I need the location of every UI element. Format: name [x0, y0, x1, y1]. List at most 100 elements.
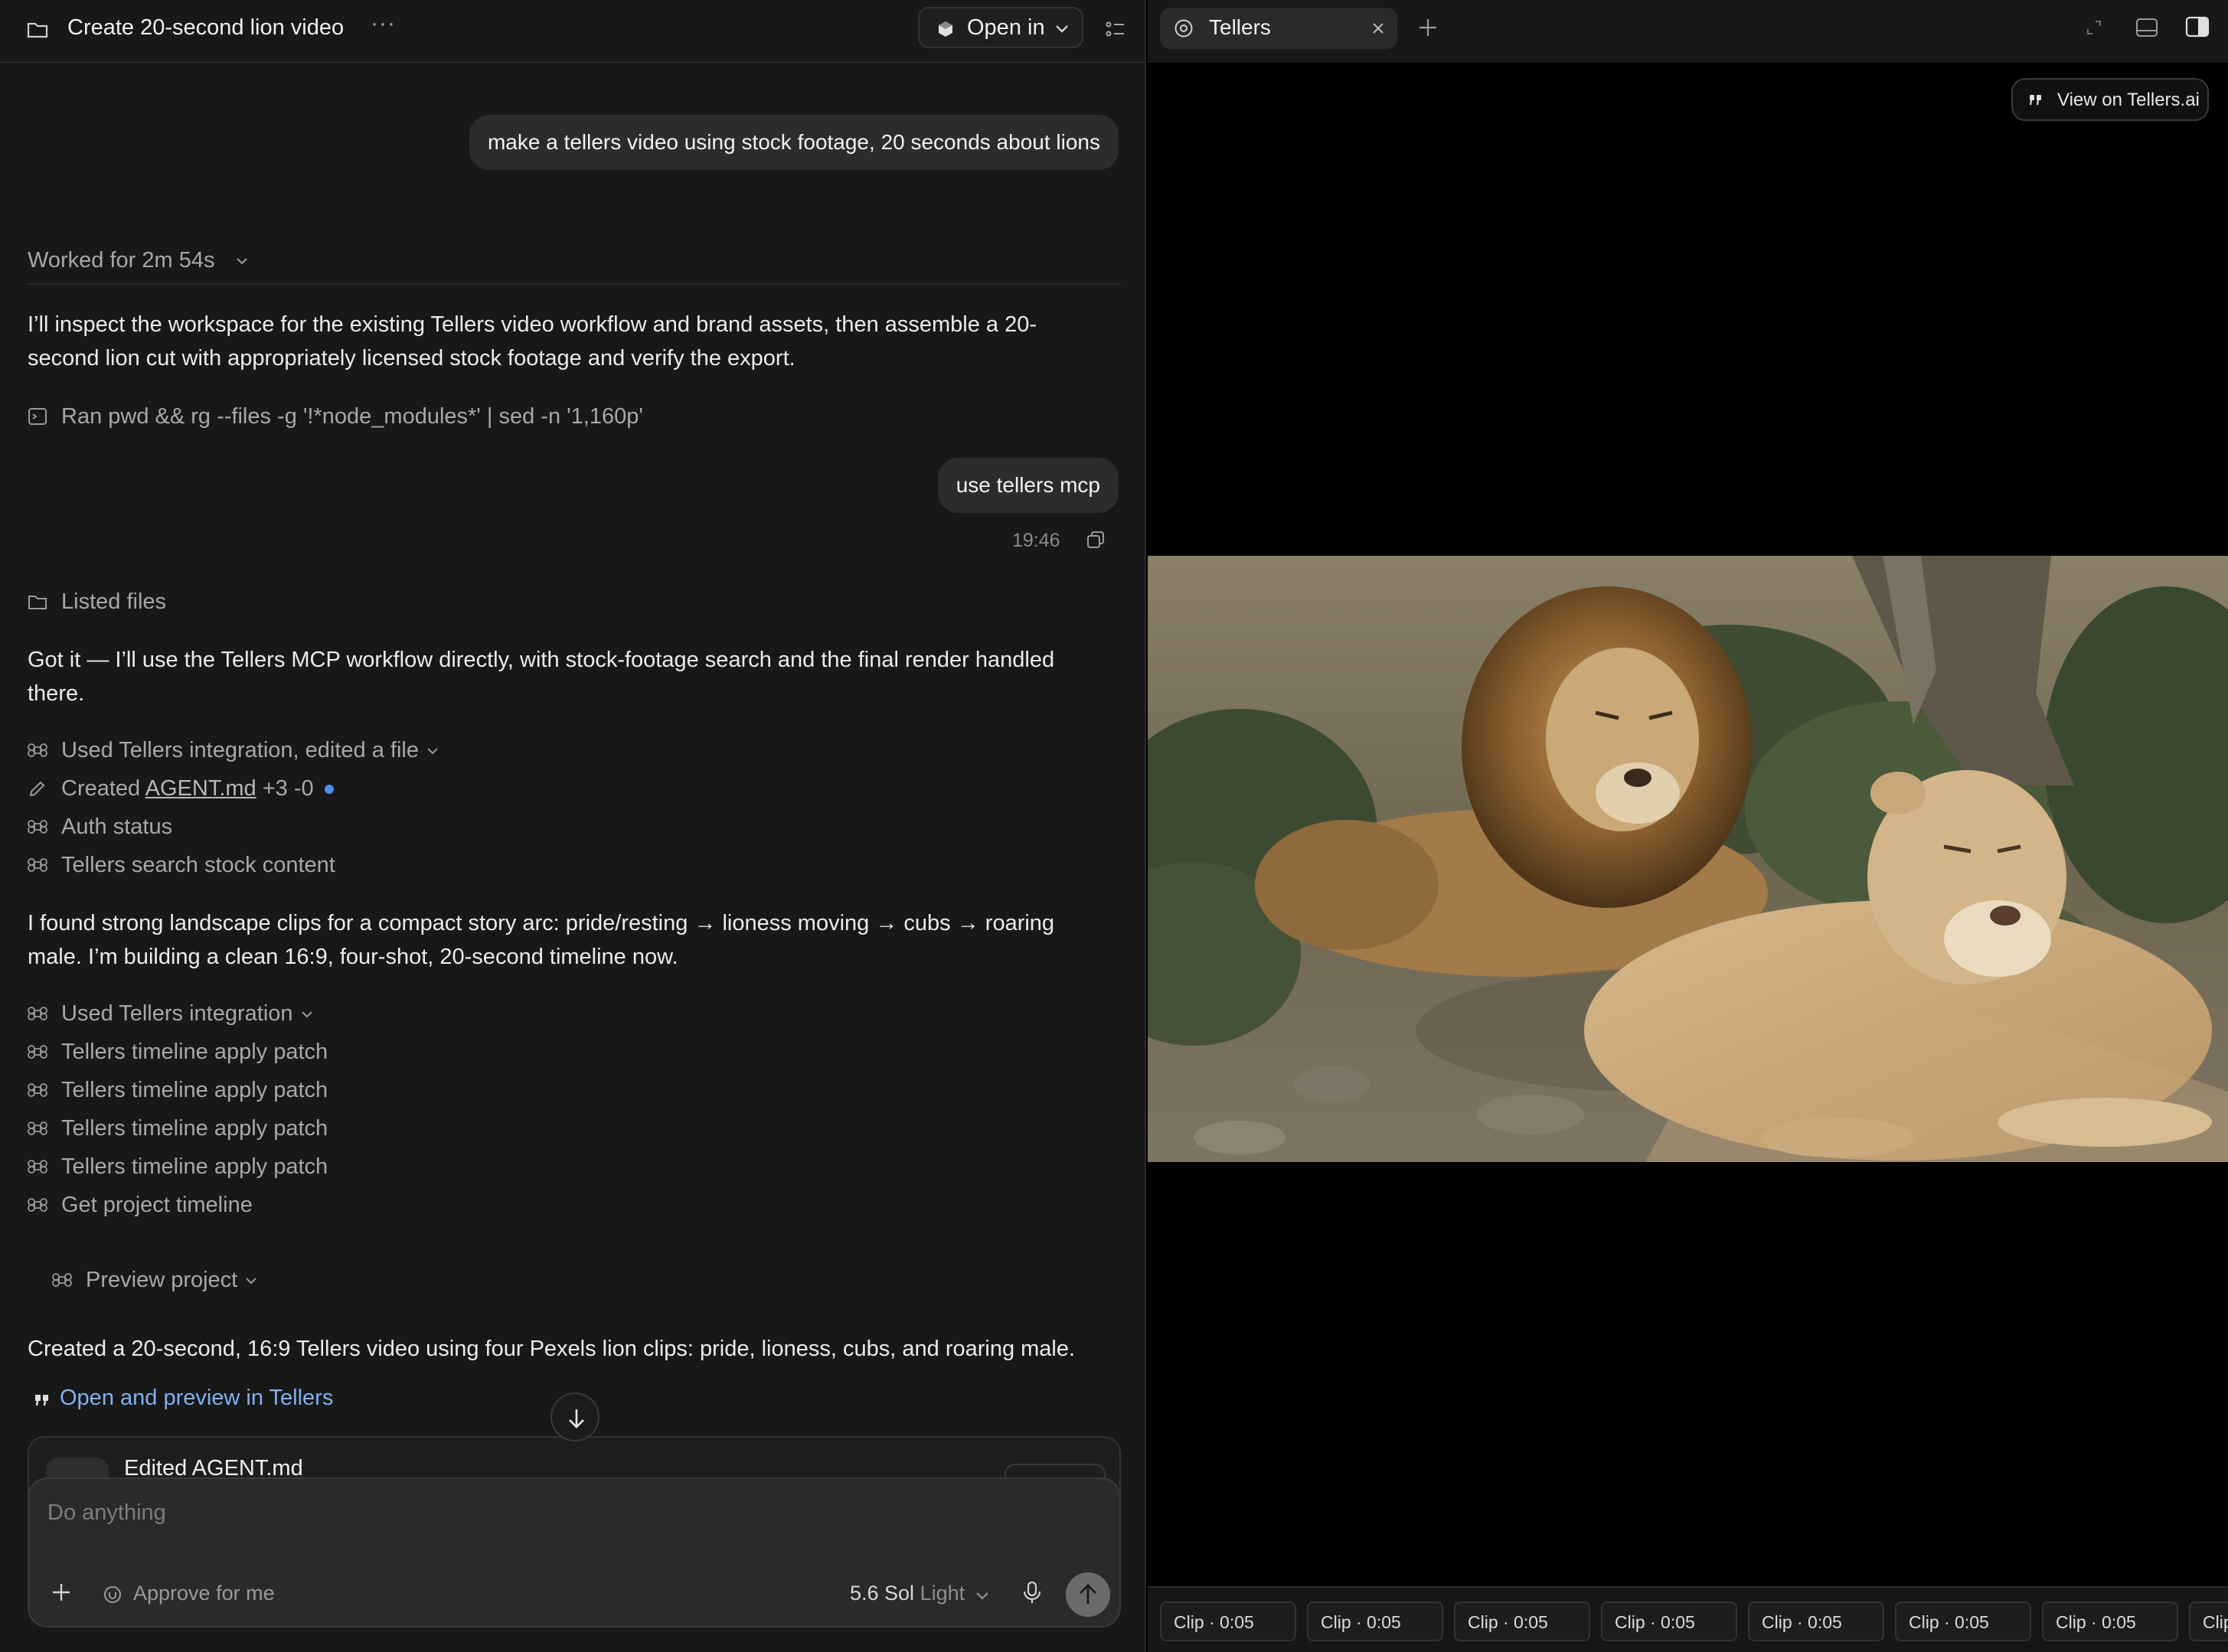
chevron-down-icon — [246, 1278, 256, 1285]
folder-icon[interactable] — [26, 18, 49, 41]
timeline-clip[interactable]: Clip · 0:05 — [1748, 1601, 1884, 1641]
ran-command-text: Ran pwd && rg --files -g '!*node_modules… — [61, 404, 643, 429]
lion-video-frame — [1148, 556, 2228, 1162]
auth-status-text: Auth status — [61, 815, 173, 839]
open-in-button[interactable]: Open in — [918, 7, 1083, 48]
expand-icon[interactable] — [2085, 18, 2103, 37]
more-options-icon[interactable]: ··· — [371, 11, 396, 37]
new-tab-plus-icon[interactable] — [1417, 17, 1439, 38]
file-link[interactable]: AGENT.md — [145, 776, 256, 801]
tool-call-text: Tellers timeline apply patch — [61, 1040, 328, 1064]
close-icon[interactable] — [1371, 21, 1385, 35]
arrow-down-icon — [569, 1409, 584, 1428]
chevron-down-icon — [301, 1011, 312, 1018]
timeline-clip[interactable]: Clip · 0:05 — [1601, 1601, 1737, 1641]
user-message: make a tellers video using stock footage… — [469, 115, 1119, 170]
paragraph-line: male. I’m building a clean 16:9, four-sh… — [28, 945, 678, 969]
model-selector[interactable]: 5.6 Sol Light — [850, 1582, 965, 1605]
diff-stat: +3 -0 — [262, 776, 314, 801]
created-file-text: Created AGENT.md +3 -0 — [61, 773, 334, 804]
preview-pane: Tellers View on Tellers.ai Clip · 0:05 C… — [1148, 0, 2228, 1652]
clip-timeline[interactable]: Clip · 0:05 Clip · 0:05 Clip · 0:05 Clip… — [1148, 1586, 2228, 1652]
arrow-up-icon — [1080, 1584, 1096, 1604]
paragraph-line: there. — [28, 681, 85, 706]
approval-shield-icon — [104, 1586, 121, 1603]
assistant-paragraph: I’ll inspect the workspace for the exist… — [28, 308, 1037, 375]
scroll-to-bottom-button[interactable] — [550, 1392, 599, 1441]
model-mode: Light — [920, 1582, 965, 1605]
command-icon — [28, 1198, 47, 1212]
chevron-down-icon — [1056, 25, 1068, 33]
task-list-icon[interactable] — [1105, 18, 1126, 40]
command-icon — [28, 743, 47, 757]
view-on-tellers-button[interactable]: View on Tellers.ai — [2011, 78, 2209, 121]
at-sign-icon — [1174, 19, 1193, 38]
message-timestamp: 19:46 — [1012, 530, 1060, 551]
tool-call-text: Tellers timeline apply patch — [61, 1116, 328, 1141]
tellers-logo-icon — [2029, 95, 2041, 106]
command-icon — [52, 1273, 72, 1287]
tool-call-text: Tellers timeline apply patch — [61, 1078, 328, 1102]
open-in-label: Open in — [967, 15, 1045, 40]
composer[interactable]: Do anything Approve for me 5.6 Sol Light — [28, 1477, 1121, 1628]
paragraph-line: I found strong landscape clips for a com… — [28, 911, 1055, 935]
preview-project-text: Preview project — [86, 1268, 238, 1292]
listed-files-text: Listed files — [61, 589, 167, 614]
microphone-icon[interactable] — [1021, 1580, 1043, 1605]
paragraph-line: Got it — I’ll use the Tellers MCP workfl… — [28, 648, 1055, 672]
preview-project-label: Preview project — [86, 1265, 257, 1295]
timeline-clip[interactable]: Clip · 0:05 — [2042, 1601, 2178, 1641]
created-prefix: Created — [61, 776, 141, 801]
open-in-tellers-link[interactable]: Open and preview in Tellers — [60, 1386, 333, 1411]
tab-tellers[interactable]: Tellers — [1160, 8, 1397, 49]
chevron-down-icon[interactable] — [975, 1591, 989, 1600]
timeline-clip[interactable]: Clip · 0:05 — [1160, 1601, 1296, 1641]
tool-group-text: Used Tellers integration — [61, 1001, 293, 1026]
paragraph-line: I’ll inspect the workspace for the exist… — [28, 312, 1037, 337]
video-player[interactable] — [1148, 556, 2228, 1162]
approve-for-me-toggle[interactable]: Approve for me — [133, 1582, 275, 1605]
command-icon — [28, 1007, 47, 1020]
assistant-paragraph: Created a 20-second, 16:9 Tellers video … — [28, 1337, 1076, 1361]
user-message: use tellers mcp — [937, 458, 1119, 513]
assistant-paragraph: Got it — I’ll use the Tellers MCP workfl… — [28, 643, 1054, 710]
timeline-clip[interactable]: Clip — [2189, 1601, 2228, 1641]
command-icon — [28, 1045, 47, 1059]
paragraph-line: second lion cut with appropriately licen… — [28, 346, 795, 371]
timeline-clip[interactable]: Clip · 0:05 — [1454, 1601, 1590, 1641]
worked-for-label: Worked for 2m 54s — [28, 248, 215, 273]
tool-call-text: Get project timeline — [61, 1193, 253, 1217]
chevron-down-icon — [237, 258, 247, 265]
command-icon — [28, 858, 47, 872]
timeline-clip[interactable]: Clip · 0:05 — [1307, 1601, 1443, 1641]
copy-icon[interactable] — [1086, 530, 1106, 550]
terminal-icon — [28, 408, 47, 425]
command-icon — [28, 1083, 47, 1097]
command-icon — [28, 820, 47, 834]
assistant-paragraph: I found strong landscape clips for a com… — [28, 906, 1054, 974]
divider — [28, 283, 1121, 285]
search-stock-text: Tellers search stock content — [61, 853, 335, 877]
app-icon — [939, 21, 952, 37]
plus-icon[interactable] — [51, 1582, 72, 1603]
pencil-icon — [29, 781, 45, 797]
view-on-tellers-label: View on Tellers.ai — [2057, 90, 2200, 110]
send-button[interactable] — [1066, 1572, 1110, 1617]
command-icon — [28, 1121, 47, 1135]
folder-icon — [28, 596, 47, 609]
prompt-input[interactable]: Do anything — [47, 1500, 166, 1526]
chevron-down-icon — [427, 748, 438, 755]
tool-group-label: Used Tellers integration, edited a file — [61, 735, 439, 766]
tool-group-label: Used Tellers integration — [61, 998, 313, 1029]
side-panel-icon[interactable] — [2185, 15, 2210, 38]
tab-label: Tellers — [1209, 15, 1271, 39]
model-name: 5.6 Sol — [850, 1582, 915, 1605]
preview-tab-bar: Tellers — [1148, 0, 2228, 63]
tellers-logo-icon — [35, 1395, 48, 1406]
timeline-clip[interactable]: Clip · 0:05 — [1895, 1601, 2031, 1641]
command-icon — [28, 1160, 47, 1174]
bottom-panel-icon[interactable] — [2135, 17, 2158, 38]
thread-title: Create 20-second lion video — [67, 15, 345, 40]
tool-call-text: Tellers timeline apply patch — [61, 1154, 328, 1179]
chat-pane: Create 20-second lion video ··· Open in … — [0, 0, 1146, 1652]
